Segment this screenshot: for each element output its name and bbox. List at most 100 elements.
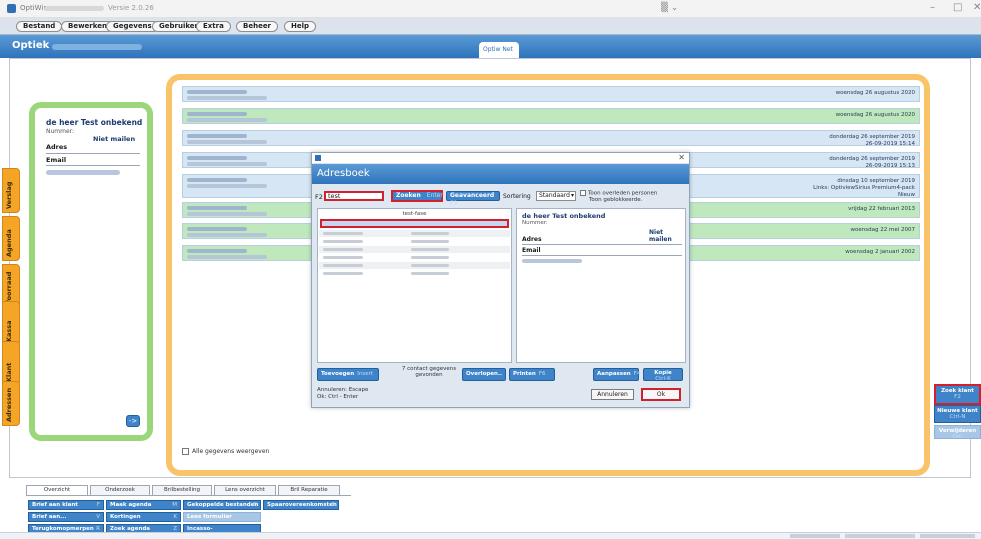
detail-name: de heer Test onbekend bbox=[522, 212, 606, 220]
overlopen-button[interactable]: Overlopen.. bbox=[462, 368, 506, 381]
list-item[interactable] bbox=[319, 270, 510, 277]
side-tab-kassa[interactable]: Kassa bbox=[2, 301, 20, 346]
menu-extra[interactable]: Extra bbox=[196, 21, 231, 32]
close-window-button[interactable]: ✕ bbox=[973, 2, 981, 13]
ok-hint: Ok: Ctrl - Enter bbox=[317, 394, 359, 400]
kortingen-button[interactable]: Kortingen K bbox=[106, 512, 181, 522]
chevron-down-icon: ▾ bbox=[570, 192, 574, 199]
lees-formulier-button[interactable]: Lees formulier bbox=[183, 512, 261, 522]
side-tab-verslag[interactable]: Verslag bbox=[2, 168, 20, 213]
adresboek-dialog: ✕ Adresboek F2 test Zoeken Enter Geavance… bbox=[311, 152, 690, 408]
minimize-button[interactable]: – bbox=[930, 2, 935, 13]
button-label: Kortingen bbox=[110, 514, 141, 520]
customer-card-arrow-button[interactable]: -> bbox=[126, 415, 140, 427]
side-tab-label: Verslag bbox=[5, 181, 13, 209]
button-label: Spaarovereenkomsten bbox=[267, 502, 337, 508]
annuleren-hint: Annuleren: Escape bbox=[317, 387, 369, 393]
title-bar: OptiWin Versie 2.0.26 ▒ ⌄ – □ ✕ bbox=[0, 0, 981, 18]
logo-text: Optiw Net bbox=[483, 46, 513, 53]
toevoegen-shortcut: Insert bbox=[357, 371, 373, 377]
search-input[interactable]: test bbox=[324, 191, 384, 201]
maak-agenda-afspraak-button[interactable]: Maak agenda afspraakM bbox=[106, 500, 181, 516]
tab-lens-overzicht[interactable]: Lens overzicht bbox=[214, 485, 276, 495]
tab-brilbestelling[interactable]: Brilbestelling bbox=[152, 485, 212, 495]
detail-adres-label: Adres bbox=[522, 236, 542, 243]
list-item[interactable] bbox=[319, 254, 510, 261]
redacted-email bbox=[46, 170, 120, 175]
app-version: Versie 2.0.26 bbox=[108, 4, 154, 12]
tab-overzicht[interactable]: Overzicht bbox=[26, 485, 88, 495]
tab-onderzoek[interactable]: Onderzoek bbox=[90, 485, 150, 495]
status-bar bbox=[0, 532, 981, 539]
redacted-text bbox=[187, 162, 267, 166]
checkbox-box[interactable] bbox=[580, 190, 586, 196]
list-item[interactable] bbox=[319, 262, 510, 269]
history-date: donderdag 26 september 2019 26-09-2019 1… bbox=[829, 134, 915, 147]
redacted-text bbox=[187, 118, 267, 122]
toevoegen-button[interactable]: Toevoegen Insert bbox=[317, 368, 379, 381]
checkbox-box[interactable] bbox=[182, 448, 189, 455]
tab-bril-reparatie[interactable]: Bril Reparatie bbox=[278, 485, 340, 495]
kopie-shortcut: Ctrl-K bbox=[655, 376, 671, 382]
ok-button[interactable]: Ok bbox=[641, 388, 681, 401]
results-list[interactable]: test-fase bbox=[317, 208, 512, 363]
nieuwe-klant-shortcut: Ctrl-N bbox=[949, 414, 966, 420]
button-label: Lees formulier bbox=[187, 514, 232, 520]
contact-detail-panel: de heer Test onbekend Nummer: Niet maile… bbox=[516, 208, 686, 363]
redacted-text bbox=[187, 90, 247, 94]
printen-button[interactable]: Printen F6 bbox=[509, 368, 555, 381]
zoek-klant-button[interactable]: Zoek klant F2 bbox=[934, 384, 981, 405]
verwijderen-button[interactable]: Verwijderen Del bbox=[934, 425, 981, 440]
button-shortcut: K bbox=[173, 514, 177, 520]
history-row[interactable]: donderdag 26 september 2019 26-09-2019 1… bbox=[182, 130, 920, 147]
aanpassen-button[interactable]: Aanpassen F4 bbox=[593, 368, 640, 381]
printen-shortcut: F6 bbox=[538, 371, 546, 377]
dialog-body: F2 test Zoeken Enter Geavanceerd F3 Sorte… bbox=[312, 184, 689, 407]
redacted-email bbox=[522, 259, 582, 263]
history-date: woensdag 22 mei 2007 bbox=[850, 227, 915, 233]
divider bbox=[522, 244, 682, 245]
gekoppelde-bestanden-button[interactable]: Gekoppelde bestanden B bbox=[183, 500, 261, 510]
nieuwe-klant-button[interactable]: Nieuwe klant Ctrl-N bbox=[934, 405, 981, 423]
list-item[interactable] bbox=[319, 230, 510, 237]
history-date: woensdag 2 januari 2002 bbox=[845, 249, 915, 255]
side-tab-adressen[interactable]: Adressen bbox=[2, 381, 20, 426]
menu-beheer[interactable]: Beheer bbox=[236, 21, 279, 32]
button-label: Gekoppelde bestanden bbox=[187, 502, 259, 508]
menu-help[interactable]: Help bbox=[284, 21, 317, 32]
dialog-close-button[interactable]: ✕ bbox=[678, 153, 685, 162]
kopie-button[interactable]: Kopie Ctrl-K bbox=[643, 368, 683, 382]
alle-gegevens-checkbox[interactable]: Alle gegevens weergeven bbox=[182, 448, 269, 455]
toevoegen-label: Toevoegen bbox=[321, 371, 355, 377]
spaarovereenkomsten-button[interactable]: Spaarovereenkomsten S bbox=[263, 500, 339, 510]
menu-bestand[interactable]: Bestand bbox=[16, 21, 63, 32]
redacted-text bbox=[187, 140, 267, 144]
menu-gegevens[interactable]: Gegevens bbox=[106, 21, 159, 32]
header-bar: Optiek - Optiw Net bbox=[0, 35, 981, 58]
history-row[interactable]: woensdag 26 augustus 2020 bbox=[182, 86, 920, 102]
list-item[interactable] bbox=[319, 238, 510, 245]
redacted-text bbox=[187, 134, 247, 138]
sortering-select[interactable]: Standaard ▾ bbox=[536, 191, 576, 201]
tab-baseline bbox=[26, 495, 351, 496]
side-tab-agenda[interactable]: Agenda bbox=[2, 216, 20, 261]
brief-aan-klant-button[interactable]: Brief aan klant F bbox=[28, 500, 104, 510]
history-row[interactable]: woensdag 26 augustus 2020 bbox=[182, 108, 920, 124]
side-tab-klant[interactable]: Klant bbox=[2, 341, 20, 386]
zoeken-shortcut: Enter bbox=[426, 192, 443, 199]
brief-aan-button[interactable]: Brief aan... V bbox=[28, 512, 104, 522]
annuleren-button[interactable]: Annuleren bbox=[591, 389, 634, 400]
maximize-button[interactable]: □ bbox=[953, 2, 962, 13]
geavanceerd-button[interactable]: Geavanceerd F3 bbox=[446, 191, 500, 207]
redacted-text bbox=[187, 96, 267, 100]
window-layout-icon[interactable]: ▒ ⌄ bbox=[661, 3, 678, 13]
redacted-text bbox=[187, 178, 247, 182]
zoek-klant-shortcut: F2 bbox=[954, 394, 961, 400]
toon-overleden-checkbox[interactable]: Toon overleden personen bbox=[580, 190, 657, 197]
selected-result-row[interactable] bbox=[320, 219, 509, 228]
toon-geblokkeerde-label[interactable]: Toon geblokkeerde. bbox=[589, 197, 642, 203]
zoeken-button[interactable]: Zoeken Enter bbox=[391, 190, 443, 202]
list-item[interactable] bbox=[319, 246, 510, 253]
optiwin-logo[interactable]: Optiw Net bbox=[479, 42, 519, 58]
button-shortcut: F bbox=[96, 502, 100, 508]
